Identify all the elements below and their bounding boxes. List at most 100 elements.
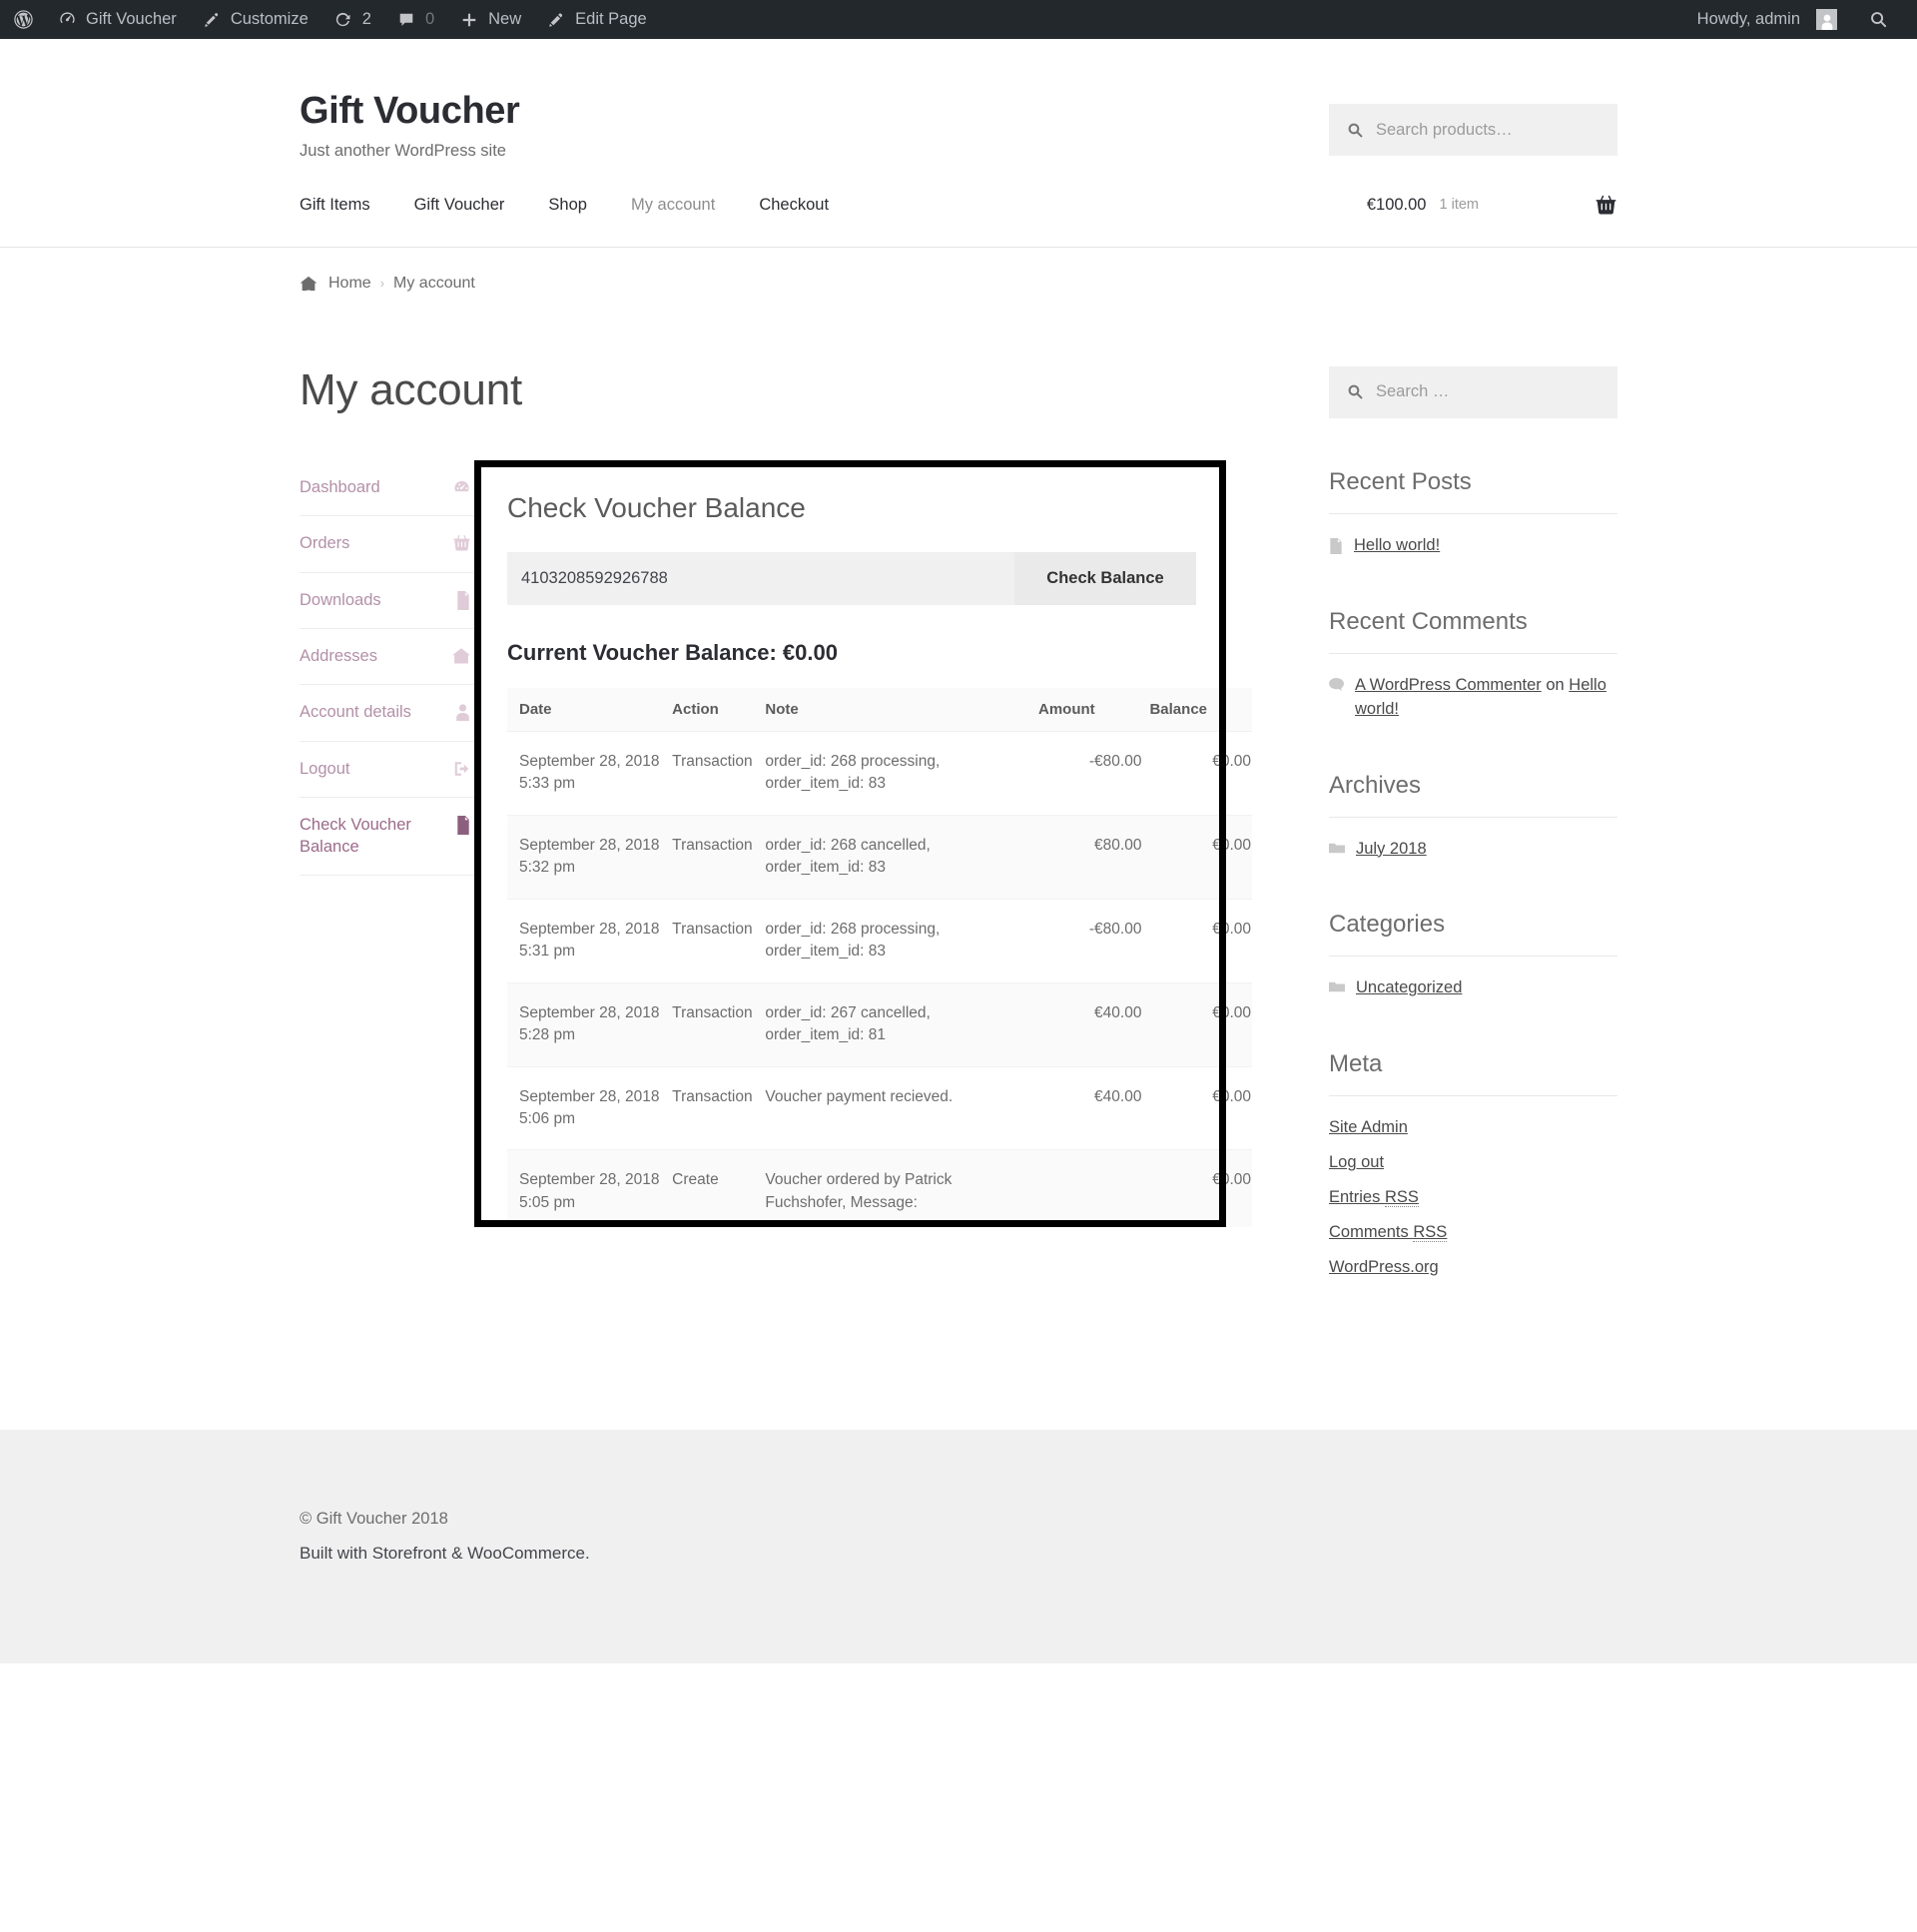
meta-link-site-admin[interactable]: Site Admin — [1329, 1118, 1408, 1136]
breadcrumb: Home › My account — [300, 275, 1617, 293]
cell-amount: -€80.00 — [1038, 731, 1150, 816]
list-item: A WordPress Commenter on Hello world! — [1329, 674, 1617, 722]
sidebar-item-label: Logout — [300, 759, 350, 778]
sidebar-item-account-details[interactable]: Account details — [300, 685, 474, 740]
sidebar-item-label: Addresses — [300, 646, 377, 665]
plus-icon — [458, 9, 480, 31]
sidebar-item-dashboard[interactable]: Dashboard — [300, 460, 474, 515]
page-title: My account — [300, 364, 522, 414]
list-item: Check Voucher Balance — [300, 798, 474, 877]
product-search-box[interactable]: Search products… — [1329, 104, 1617, 156]
admin-bar-edit-page-label: Edit Page — [575, 10, 647, 29]
wordpress-logo-button[interactable] — [0, 0, 44, 39]
admin-bar-right-group: Howdy, admin — [1685, 0, 1917, 39]
cell-date: September 28, 2018 5:31 pm — [507, 899, 673, 983]
check-balance-button[interactable]: Check Balance — [1014, 551, 1196, 605]
logout-arrow-icon — [452, 758, 471, 778]
meta-link-log-out[interactable]: Log out — [1329, 1153, 1384, 1171]
cart-contents-link[interactable]: €100.00 1 item — [1367, 196, 1479, 215]
search-icon — [1867, 9, 1889, 31]
admin-bar-comments[interactable]: 0 — [383, 0, 446, 39]
header-top-row: Gift Voucher Just another WordPress site… — [300, 90, 1617, 161]
comment-author-link[interactable]: A WordPress Commenter — [1355, 676, 1542, 694]
blog-sidebar: Search … Recent Posts Hello world! Recen… — [1329, 365, 1617, 1330]
nav-item-gift-items[interactable]: Gift Items — [300, 196, 394, 215]
breadcrumb-home-link[interactable]: Home — [328, 275, 371, 293]
my-account-layout: Dashboard Orders Downloads Addresses Acc… — [300, 460, 1298, 1228]
list-item: Log out — [1329, 1151, 1617, 1175]
meta-link-comments-rss[interactable]: Comments RSS — [1329, 1223, 1448, 1243]
table-row: September 28, 2018 5:33 pm Transaction o… — [507, 731, 1252, 816]
folder-icon — [1329, 838, 1345, 855]
cell-action: Create — [672, 1149, 766, 1228]
comment-on-text: on — [1541, 675, 1570, 694]
sidebar-item-downloads[interactable]: Downloads — [300, 573, 474, 628]
voucher-panel-clip: Check Voucher Balance Check Balance Curr… — [500, 460, 1252, 1228]
sidebar-search-box[interactable]: Search … — [1329, 365, 1617, 418]
list-item: Site Admin — [1329, 1116, 1617, 1140]
check-voucher-balance-panel: Check Voucher Balance Check Balance Curr… — [507, 491, 1252, 1228]
table-row: September 28, 2018 5:28 pm Transaction o… — [507, 982, 1252, 1067]
column-header-date: Date — [507, 687, 673, 732]
sidebar-item-check-voucher-balance[interactable]: Check Voucher Balance — [300, 798, 474, 876]
meta-link-wordpress-org[interactable]: WordPress.org — [1329, 1258, 1439, 1276]
sidebar-item-addresses[interactable]: Addresses — [300, 629, 474, 684]
admin-bar-search-button[interactable] — [1849, 0, 1903, 39]
admin-bar-comments-count: 0 — [424, 10, 435, 29]
footer-copyright: © Gift Voucher 2018 — [300, 1510, 448, 1529]
widget-recent-posts: Recent Posts Hello world! — [1329, 468, 1617, 558]
recent-comment-entry: A WordPress Commenter on Hello world! — [1355, 674, 1617, 722]
sidebar-item-label: Account details — [300, 703, 411, 722]
document-icon — [455, 814, 471, 835]
meta-link-entries-rss[interactable]: Entries RSS — [1329, 1188, 1419, 1208]
basket-icon[interactable] — [1595, 195, 1617, 216]
admin-bar-updates[interactable]: 2 — [320, 0, 383, 39]
my-account-content: Check Voucher Balance Check Balance Curr… — [474, 460, 1298, 1228]
archive-link[interactable]: July 2018 — [1356, 838, 1427, 862]
rss-abbr: RSS — [1413, 1223, 1448, 1243]
admin-bar-my-account[interactable]: Howdy, admin — [1685, 0, 1849, 39]
cell-note: Voucher ordered by Patrick Fuchshofer, M… — [765, 1149, 1038, 1228]
recent-post-link[interactable]: Hello world! — [1354, 534, 1440, 558]
nav-item-shop[interactable]: Shop — [548, 196, 611, 215]
cell-balance: €0.00 — [1149, 731, 1252, 816]
nav-item-checkout[interactable]: Checkout — [759, 196, 853, 215]
basket-icon — [452, 532, 471, 552]
list-item: Account details — [300, 685, 474, 742]
list-item: July 2018 — [1329, 838, 1617, 862]
cell-amount — [1038, 1149, 1150, 1228]
column-header-note: Note — [765, 687, 1038, 732]
list-item: Addresses — [300, 629, 474, 686]
nav-item-gift-voucher[interactable]: Gift Voucher — [414, 196, 529, 215]
admin-bar-left-group: Gift Voucher Customize 2 0 New Edit Page — [0, 0, 659, 39]
list-item: Downloads — [300, 573, 474, 629]
widget-title-archives: Archives — [1329, 772, 1617, 818]
table-row: September 28, 2018 5:31 pm Transaction o… — [507, 899, 1252, 983]
search-icon — [1347, 122, 1364, 139]
cell-note: order_id: 267 cancelled, order_item_id: … — [765, 982, 1038, 1067]
person-icon — [454, 701, 471, 722]
category-link[interactable]: Uncategorized — [1356, 976, 1462, 1000]
list-item: Entries RSS — [1329, 1186, 1617, 1210]
cell-balance: €0.00 — [1149, 982, 1252, 1067]
cell-amount: €40.00 — [1038, 982, 1150, 1067]
site-title[interactable]: Gift Voucher — [300, 90, 520, 133]
comments-rss-prefix: Comments — [1329, 1223, 1414, 1242]
admin-bar-customize[interactable]: Customize — [189, 0, 320, 39]
sidebar-item-logout[interactable]: Logout — [300, 742, 474, 797]
nav-item-my-account[interactable]: My account — [631, 196, 739, 215]
content-row: My account Dashboard Orders Downloads Ad… — [300, 319, 1617, 1330]
howdy-label: Howdy, admin — [1696, 10, 1800, 29]
voucher-code-input[interactable] — [507, 551, 1014, 605]
sidebar-item-orders[interactable]: Orders — [300, 516, 474, 571]
list-item: WordPress.org — [1329, 1256, 1617, 1280]
admin-bar-site-name[interactable]: Gift Voucher — [44, 0, 189, 39]
widget-title-meta: Meta — [1329, 1050, 1617, 1097]
comment-bubble-icon — [395, 9, 417, 31]
site-description: Just another WordPress site — [300, 141, 506, 160]
admin-bar-edit-page[interactable]: Edit Page — [533, 0, 659, 39]
cell-balance: €0.00 — [1149, 1066, 1252, 1151]
product-search-input[interactable]: Search products… — [1376, 121, 1513, 140]
admin-bar-new-content[interactable]: New — [446, 0, 533, 39]
sidebar-search-input[interactable]: Search … — [1376, 382, 1449, 401]
